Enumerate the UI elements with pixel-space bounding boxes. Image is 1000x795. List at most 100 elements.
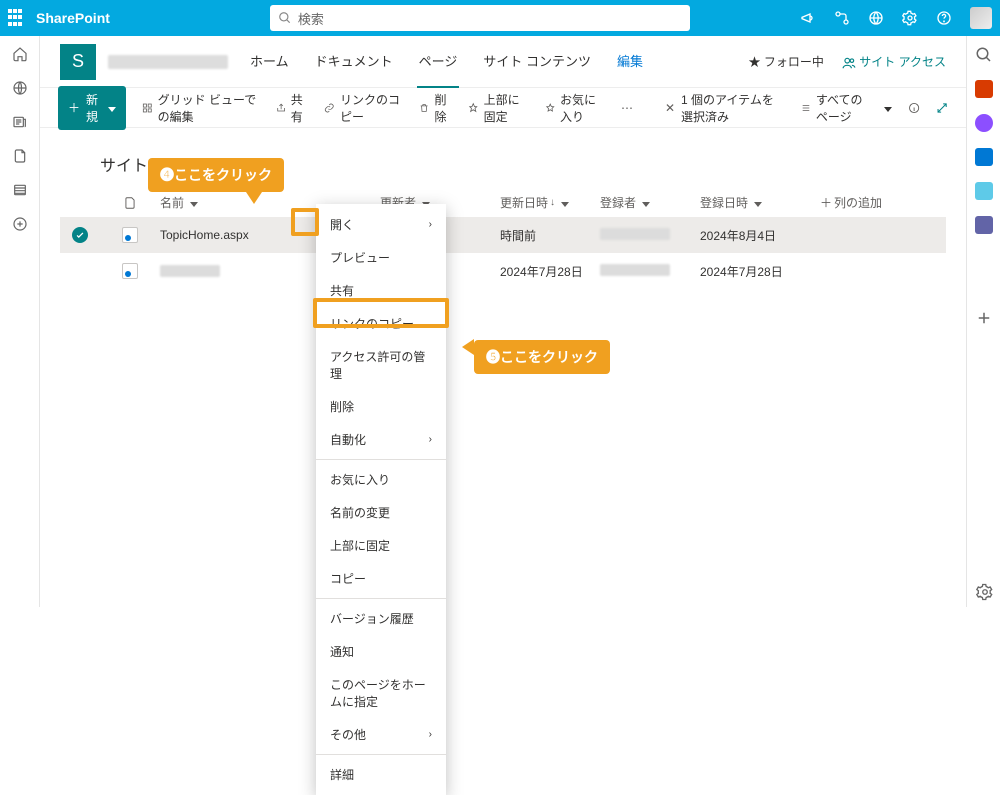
ctx-share[interactable]: 共有 <box>316 274 446 307</box>
home-icon[interactable] <box>12 46 28 62</box>
cmd-pin[interactable]: 上部に固定 <box>468 91 528 125</box>
col-created-header[interactable]: 登録日時 <box>700 194 820 211</box>
row-selected-check[interactable] <box>72 227 88 243</box>
context-menu: 開く› プレビュー 共有 リンクのコピー アクセス許可の管理 削除 自動化› お… <box>316 204 446 795</box>
cmd-delete[interactable]: 削除 <box>419 91 452 125</box>
rail-add-icon[interactable] <box>975 309 993 327</box>
new-button[interactable]: ＋ 新規 <box>58 86 126 130</box>
user-avatar[interactable] <box>970 7 992 29</box>
news-icon[interactable] <box>12 114 28 130</box>
rail-app1[interactable] <box>975 80 993 98</box>
ctx-manage-access[interactable]: アクセス許可の管理 <box>316 340 446 390</box>
ctx-rename[interactable]: 名前の変更 <box>316 496 446 529</box>
callout-4-text: ❹ここをクリック <box>160 167 272 183</box>
nav-home[interactable]: ホーム <box>248 36 291 88</box>
row-name-redacted <box>160 265 220 277</box>
createdby-redacted <box>600 264 670 276</box>
col-add-header[interactable]: ＋ 列の追加 <box>820 194 910 211</box>
view-label: すべてのページ <box>816 91 875 125</box>
megaphone-icon[interactable] <box>800 10 816 26</box>
row-modified: 2024年7月28日 <box>500 263 600 280</box>
ctx-delete[interactable]: 削除 <box>316 390 446 423</box>
list-rail-icon[interactable] <box>12 182 28 198</box>
list-icon <box>801 101 811 115</box>
callout-4: ❹ここをクリック <box>148 158 284 192</box>
cmd-copylink-label: リンクのコピー <box>340 91 403 125</box>
link-icon <box>324 101 335 115</box>
site-name-redacted <box>108 55 228 69</box>
new-label: 新規 <box>86 91 98 125</box>
row-created: 2024年8月4日 <box>700 227 820 244</box>
app-launcher-icon[interactable] <box>8 9 26 27</box>
nav-edit[interactable]: 編集 <box>615 36 645 88</box>
share-icon <box>276 101 286 115</box>
cmd-more[interactable]: ⋯ <box>621 101 633 115</box>
ctx-automate[interactable]: 自動化› <box>316 423 446 456</box>
search-box[interactable]: 検索 <box>270 5 690 31</box>
ctx-sethome[interactable]: このページをホームに指定 <box>316 668 446 718</box>
cmd-grid-label: グリッド ビューでの編集 <box>158 91 260 125</box>
cmd-pin-label: 上部に固定 <box>484 91 529 125</box>
col-createdby-header[interactable]: 登録者 <box>600 194 700 211</box>
flow-icon[interactable] <box>834 10 850 26</box>
rail-search-icon[interactable] <box>975 46 993 64</box>
ctx-more[interactable]: その他› <box>316 718 446 751</box>
brand-name: SharePoint <box>36 10 110 26</box>
search-placeholder: 検索 <box>298 9 324 28</box>
ctx-favorite[interactable]: お気に入り <box>316 463 446 496</box>
people-icon <box>842 56 856 70</box>
follow-toggle[interactable]: ★ フォロー中 <box>749 53 824 70</box>
cmd-fav-label: お気に入り <box>560 91 605 125</box>
row-modified: 時間前 <box>500 227 600 244</box>
row-created: 2024年7月28日 <box>700 263 820 280</box>
expand-icon[interactable] <box>936 100 948 116</box>
help-icon[interactable] <box>936 10 952 26</box>
cmd-share[interactable]: 共有 <box>276 91 309 125</box>
search-icon <box>278 11 292 25</box>
nav-pages[interactable]: ページ <box>417 36 460 88</box>
settings-icon[interactable] <box>902 10 918 26</box>
page-icon <box>122 263 138 279</box>
selection-label: 1 個のアイテムを選択済み <box>681 91 785 125</box>
rail-app2[interactable] <box>975 114 993 132</box>
ctx-copylink[interactable]: リンクのコピー <box>316 307 446 340</box>
cmd-copylink[interactable]: リンクのコピー <box>324 91 403 125</box>
info-icon[interactable] <box>908 100 920 116</box>
rail-app5[interactable] <box>975 216 993 234</box>
file-rail-icon[interactable] <box>12 148 28 164</box>
ctx-preview[interactable]: プレビュー <box>316 241 446 274</box>
nav-contents[interactable]: サイト コンテンツ <box>481 36 593 88</box>
ctx-pin[interactable]: 上部に固定 <box>316 529 446 562</box>
ctx-notify[interactable]: 通知 <box>316 635 446 668</box>
site-access-label: サイト アクセス <box>859 55 946 69</box>
page-icon <box>122 227 138 243</box>
add-rail-icon[interactable] <box>12 216 28 232</box>
grid-icon <box>142 101 153 115</box>
table-row[interactable]: 2024年7月28日 2024年7月28日 <box>60 253 946 289</box>
row-name[interactable]: TopicHome.aspx <box>160 228 249 242</box>
doc-header-icon <box>123 196 137 210</box>
createdby-redacted <box>600 228 670 240</box>
site-logo: S <box>60 44 96 80</box>
cmd-share-label: 共有 <box>291 91 309 125</box>
col-modified-header[interactable]: 更新日時 ↓ <box>500 194 600 211</box>
ctx-copy[interactable]: コピー <box>316 562 446 595</box>
table-row[interactable]: TopicHome.aspx ⋯ 時間前 2024年8月4日 <box>60 217 946 253</box>
nav-documents[interactable]: ドキュメント <box>313 36 395 88</box>
view-switcher[interactable]: すべてのページ <box>801 91 892 125</box>
callout-5: ❺ここをクリック <box>474 340 610 374</box>
cmd-favorite[interactable]: お気に入り <box>545 91 605 125</box>
globe-rail-icon[interactable] <box>12 80 28 96</box>
selection-info[interactable]: ✕ 1 個のアイテムを選択済み <box>665 91 785 125</box>
globe-icon[interactable] <box>868 10 884 26</box>
rail-app4[interactable] <box>975 182 993 200</box>
cmd-grid-edit[interactable]: グリッド ビューでの編集 <box>142 91 259 125</box>
callout-5-text: ❺ここをクリック <box>486 349 598 365</box>
settings-corner-icon[interactable] <box>976 583 994 601</box>
cmd-delete-label: 削除 <box>434 91 452 125</box>
ctx-open[interactable]: 開く› <box>316 208 446 241</box>
rail-app3[interactable] <box>975 148 993 166</box>
site-access-button[interactable]: サイト アクセス <box>842 53 946 70</box>
ctx-details[interactable]: 詳細 <box>316 758 446 791</box>
star-icon <box>545 101 555 115</box>
